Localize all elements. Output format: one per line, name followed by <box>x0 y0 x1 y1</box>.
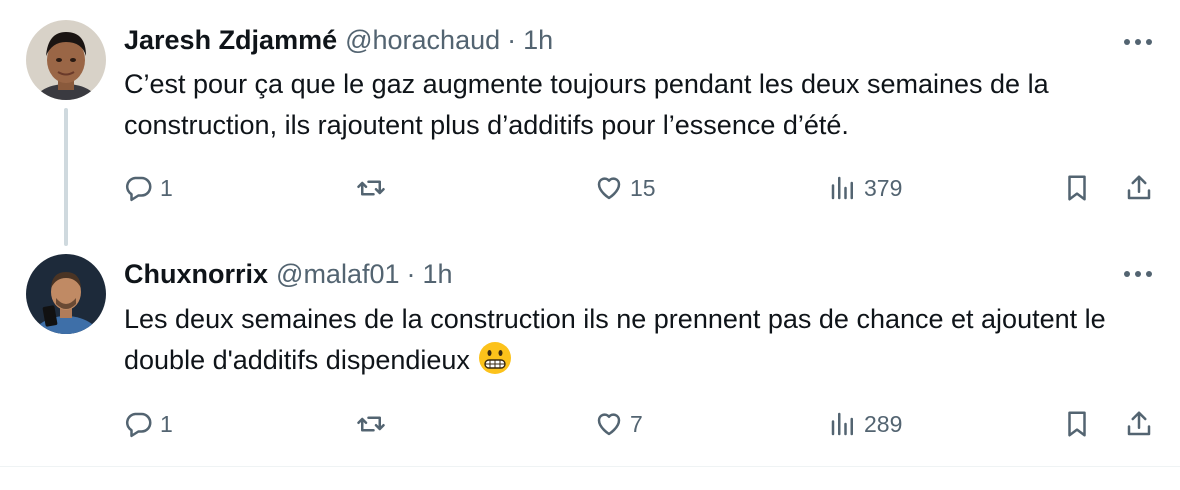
tweet-header: Chuxnorrix @malaf01 · 1h <box>124 256 453 292</box>
like-button[interactable]: 15 <box>594 168 656 208</box>
share-button[interactable] <box>1124 168 1154 208</box>
reply-button[interactable]: 1 <box>124 404 173 444</box>
view-count: 379 <box>864 174 903 201</box>
tweet-text-content: Les deux semaines de la construction ils… <box>124 304 1106 375</box>
more-icon[interactable] <box>1120 30 1156 54</box>
bookmark-icon <box>1068 411 1086 437</box>
tweet-text: Les deux semaines de la construction ils… <box>124 299 1154 381</box>
retweet-icon <box>357 180 385 196</box>
more-icon[interactable] <box>1120 262 1156 286</box>
like-button[interactable]: 7 <box>594 404 643 444</box>
like-icon <box>597 177 621 200</box>
views-button[interactable]: 289 <box>828 404 902 444</box>
retweet-button[interactable] <box>356 168 392 208</box>
separator: · <box>406 258 416 289</box>
like-icon <box>597 413 621 436</box>
author-name[interactable]: Chuxnorrix <box>124 259 268 290</box>
avatar[interactable] <box>26 254 106 334</box>
action-bar: 1 7 289 <box>0 404 1180 444</box>
avatar[interactable] <box>26 20 106 100</box>
bookmark-icon <box>1068 175 1086 201</box>
action-bar: 1 15 379 <box>0 168 1180 208</box>
retweet-button[interactable] <box>356 404 392 444</box>
author-handle[interactable]: @malaf01 <box>276 259 399 290</box>
author-handle[interactable]: @horachaud <box>345 25 500 56</box>
reply-button[interactable]: 1 <box>124 168 173 208</box>
separator: · <box>507 24 517 55</box>
tweet[interactable]: Jaresh Zdjammé @horachaud · 1h C’est pou… <box>0 0 1180 246</box>
share-button[interactable] <box>1124 404 1154 444</box>
bookmark-button[interactable] <box>1062 168 1092 208</box>
reply-icon <box>125 176 152 202</box>
share-icon <box>1127 411 1151 436</box>
like-count: 7 <box>630 410 643 437</box>
views-icon <box>831 176 853 200</box>
views-button[interactable]: 379 <box>828 168 902 208</box>
view-count: 289 <box>864 410 903 437</box>
reply-count: 1 <box>160 410 173 437</box>
reply-icon <box>125 412 152 438</box>
grimacing-face-icon <box>478 341 512 375</box>
divider <box>0 466 1180 467</box>
reply-count: 1 <box>160 174 173 201</box>
tweet-text: C’est pour ça que le gaz augmente toujou… <box>124 69 1049 140</box>
tweet-header: Jaresh Zdjammé @horachaud · 1h <box>124 22 553 58</box>
bookmark-button[interactable] <box>1062 404 1092 444</box>
retweet-icon <box>357 416 385 432</box>
author-name[interactable]: Jaresh Zdjammé <box>124 25 337 56</box>
views-icon <box>831 412 853 436</box>
share-icon <box>1127 175 1151 200</box>
timestamp[interactable]: 1h <box>523 25 553 56</box>
tweet[interactable]: Chuxnorrix @malaf01 · 1h Les deux semain… <box>0 240 1180 466</box>
timestamp[interactable]: 1h <box>423 259 453 290</box>
like-count: 15 <box>630 174 656 201</box>
